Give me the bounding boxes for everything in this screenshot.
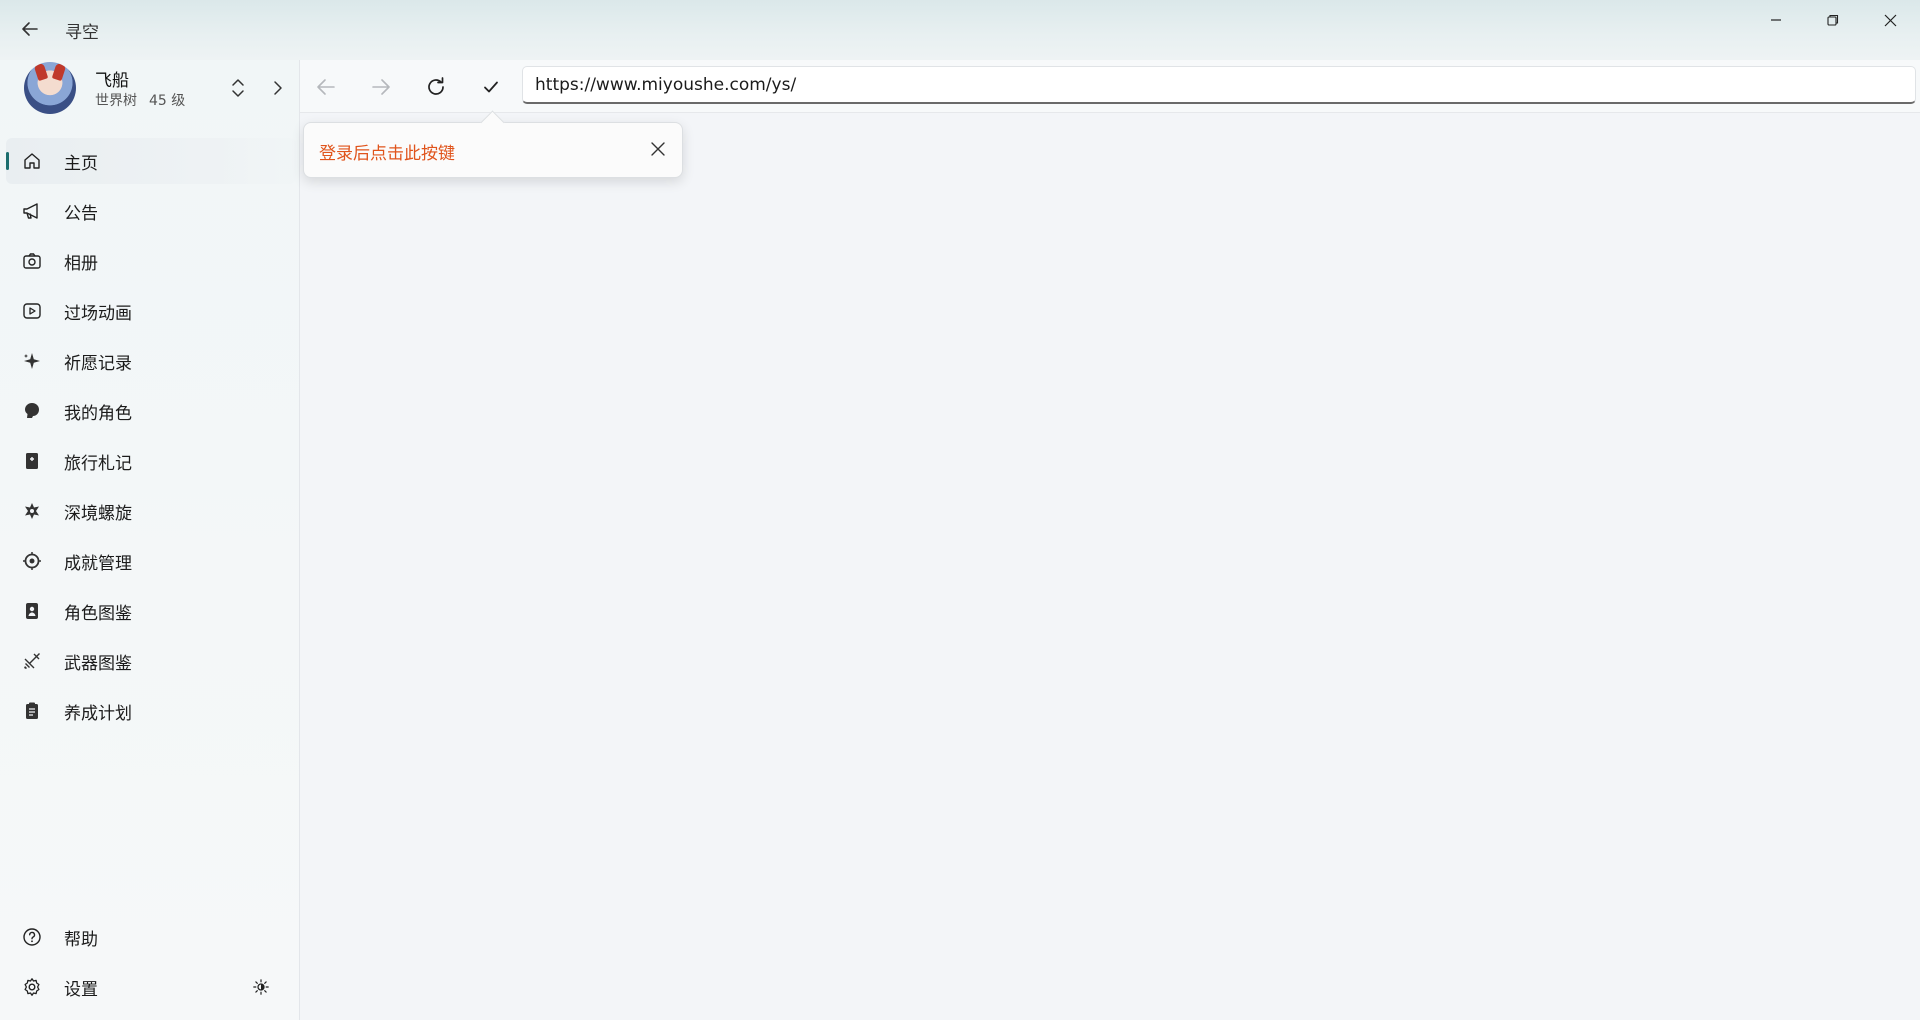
profile-name: 飞船 — [95, 71, 129, 91]
theme-toggle-button[interactable] — [250, 976, 272, 998]
chevron-up-down-icon — [232, 79, 244, 97]
gear-icon — [20, 975, 44, 999]
refresh-icon — [428, 77, 444, 95]
app-title: 寻空 — [65, 23, 99, 43]
sidebar-item-label: 养成计划 — [64, 703, 132, 724]
avatar — [24, 62, 76, 114]
checkmark-icon — [484, 81, 498, 93]
web-content[interactable] — [300, 113, 1920, 1020]
help-icon — [20, 925, 44, 949]
sidebar-nav: 主页 公告 相册 过场动画 祈愿记录 我的角色 旅行札记 深境螺旋 成就管理 角… — [6, 138, 296, 738]
minimize-button[interactable] — [1754, 8, 1798, 32]
sidebar-footer: 帮助 设置 — [6, 914, 296, 1014]
sidebar-item-character-wiki[interactable]: 角色图鉴 — [6, 588, 296, 634]
browser-refresh-button[interactable] — [421, 72, 451, 102]
weapon-icon — [20, 649, 44, 673]
sidebar-item-label: 祈愿记录 — [64, 353, 132, 374]
sidebar-item-album[interactable]: 相册 — [6, 238, 296, 284]
sidebar: 飞船 世界树 45 级 主页 公告 相册 过场动画 祈愿记录 我的角色 旅行札记… — [0, 60, 300, 1020]
clipboard-icon — [20, 699, 44, 723]
sidebar-item-label: 公告 — [64, 203, 98, 224]
camera-icon — [20, 249, 44, 273]
switch-account-button[interactable] — [226, 74, 250, 102]
profile-level: 45 级 — [149, 93, 186, 109]
sidebar-item-label: 我的角色 — [64, 403, 132, 424]
sidebar-item-label: 深境螺旋 — [64, 503, 132, 524]
arrow-left-icon — [22, 22, 38, 36]
sidebar-item-label: 角色图鉴 — [64, 603, 132, 624]
url-input[interactable]: https://www.miyoushe.com/ys/ — [522, 66, 1916, 104]
brightness-icon — [253, 979, 269, 995]
notebook-icon — [20, 449, 44, 473]
chevron-right-icon — [274, 81, 282, 95]
sparkle-icon — [20, 349, 44, 373]
close-icon — [651, 142, 665, 156]
close-icon — [1884, 14, 1896, 26]
tip-message: 登录后点击此按键 — [319, 144, 455, 164]
sidebar-item-achievements[interactable]: 成就管理 — [6, 538, 296, 584]
browser-forward-button[interactable] — [366, 72, 396, 102]
confirm-login-button[interactable] — [476, 72, 506, 102]
restore-icon — [1827, 14, 1839, 26]
teaching-tip: 登录后点击此按键 — [303, 122, 683, 178]
sidebar-item-label: 主页 — [64, 153, 98, 174]
back-button[interactable] — [16, 15, 44, 43]
character-card-icon — [20, 599, 44, 623]
url-text: https://www.miyoushe.com/ys/ — [535, 74, 797, 95]
sidebar-item-label: 帮助 — [64, 929, 98, 950]
sidebar-item-label: 旅行札记 — [64, 453, 132, 474]
achievement-icon — [20, 549, 44, 573]
sidebar-item-label: 成就管理 — [64, 553, 132, 574]
profile-detail-button[interactable] — [268, 76, 288, 100]
sidebar-item-spiral-abyss[interactable]: 深境螺旋 — [6, 488, 296, 534]
tip-close-button[interactable] — [646, 137, 670, 161]
sidebar-item-my-characters[interactable]: 我的角色 — [6, 388, 296, 434]
sidebar-item-announcements[interactable]: 公告 — [6, 188, 296, 234]
arrow-left-icon — [317, 79, 335, 95]
restore-button[interactable] — [1811, 8, 1855, 32]
profile-server: 世界树 — [95, 93, 137, 109]
home-icon — [20, 149, 44, 173]
megaphone-icon — [20, 199, 44, 223]
sidebar-item-label: 相册 — [64, 253, 98, 274]
profile-subtitle: 世界树 45 级 — [95, 90, 185, 110]
sidebar-item-label: 设置 — [64, 979, 98, 1000]
sidebar-item-travel-notes[interactable]: 旅行札记 — [6, 438, 296, 484]
video-icon — [20, 299, 44, 323]
user-profile[interactable]: 飞船 世界树 45 级 — [0, 60, 299, 126]
sidebar-item-home[interactable]: 主页 — [6, 138, 296, 184]
sidebar-item-wish-history[interactable]: 祈愿记录 — [6, 338, 296, 384]
minimize-icon — [1771, 19, 1781, 21]
sidebar-item-label: 武器图鉴 — [64, 653, 132, 674]
sidebar-item-cultivation-plan[interactable]: 养成计划 — [6, 688, 296, 734]
browser-back-button[interactable] — [311, 72, 341, 102]
close-window-button[interactable] — [1868, 8, 1912, 32]
abyss-star-icon — [20, 499, 44, 523]
character-head-icon — [20, 399, 44, 423]
sidebar-item-label: 过场动画 — [64, 303, 132, 324]
arrow-right-icon — [372, 79, 390, 95]
title-bar: 寻空 — [0, 0, 1920, 60]
sidebar-item-help[interactable]: 帮助 — [6, 914, 296, 960]
sidebar-item-cutscenes[interactable]: 过场动画 — [6, 288, 296, 334]
sidebar-item-settings[interactable]: 设置 — [6, 964, 296, 1010]
browser-toolbar: https://www.miyoushe.com/ys/ — [300, 60, 1920, 113]
sidebar-item-weapon-wiki[interactable]: 武器图鉴 — [6, 638, 296, 684]
